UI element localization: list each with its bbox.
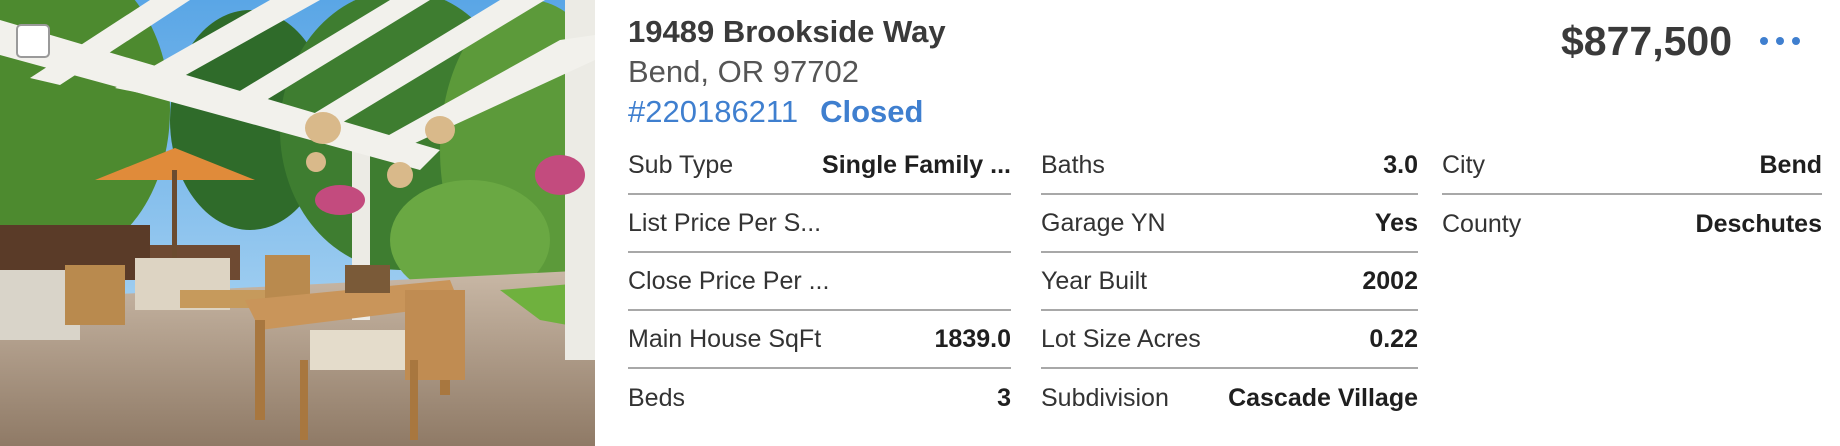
detail-row: Beds 3	[628, 369, 1011, 427]
status-badge: Closed	[820, 94, 924, 129]
detail-row: County Deschutes	[1442, 195, 1822, 253]
detail-row: Main House SqFt 1839.0	[628, 311, 1011, 369]
listing-card[interactable]: 19489 Brookside Way Bend, OR 97702 #2201…	[0, 0, 1840, 446]
details-column-1: Sub Type Single Family ... List Price Pe…	[628, 137, 1011, 427]
patio-photo-icon	[0, 0, 595, 446]
detail-value: Deschutes	[1695, 209, 1822, 238]
detail-row: Close Price Per ...	[628, 253, 1011, 311]
listing-city-state: Bend, OR 97702	[628, 54, 859, 89]
detail-label: Sub Type	[628, 150, 734, 179]
select-checkbox[interactable]	[16, 24, 50, 58]
detail-label: Beds	[628, 383, 685, 412]
detail-value: Cascade Village	[1228, 383, 1418, 412]
detail-row: Year Built 2002	[1041, 253, 1418, 311]
detail-value: Yes	[1374, 208, 1418, 237]
more-options-icon[interactable]	[1760, 24, 1800, 58]
mls-number-link[interactable]: #220186211	[628, 94, 798, 129]
listing-price: $877,500	[1560, 18, 1732, 64]
detail-row: Garage YN Yes	[1041, 195, 1418, 253]
detail-row: Subdivision Cascade Village	[1041, 369, 1418, 427]
detail-value: Single Family ...	[822, 150, 1011, 179]
detail-row: City Bend	[1442, 137, 1822, 195]
detail-label: Garage YN	[1041, 208, 1166, 237]
detail-row: List Price Per S...	[628, 195, 1011, 253]
detail-row: Sub Type Single Family ...	[628, 137, 1011, 195]
listing-info: 19489 Brookside Way Bend, OR 97702 #2201…	[595, 0, 1840, 446]
detail-row: Baths 3.0	[1041, 137, 1418, 195]
detail-label: Close Price Per ...	[628, 266, 830, 295]
detail-value: 0.22	[1369, 324, 1418, 353]
detail-value: 3	[997, 383, 1011, 412]
details-column-3: City Bend County Deschutes	[1442, 137, 1822, 253]
listing-photo[interactable]	[0, 0, 595, 446]
listing-address[interactable]: 19489 Brookside Way	[628, 14, 946, 50]
detail-value: Bend	[1759, 150, 1823, 179]
detail-value: 1839.0	[934, 324, 1011, 353]
detail-label: Year Built	[1041, 266, 1148, 295]
detail-value: 3.0	[1383, 150, 1418, 179]
listing-id-line: #220186211 Closed	[628, 94, 923, 130]
details-column-2: Baths 3.0 Garage YN Yes Year Built 2002 …	[1041, 137, 1418, 427]
detail-value: 2002	[1362, 266, 1418, 295]
detail-label: Lot Size Acres	[1041, 324, 1201, 353]
detail-label: City	[1442, 150, 1486, 179]
detail-label: Baths	[1041, 150, 1105, 179]
detail-label: County	[1442, 209, 1522, 238]
detail-label: List Price Per S...	[628, 208, 822, 237]
detail-label: Subdivision	[1041, 383, 1169, 412]
detail-label: Main House SqFt	[628, 324, 822, 353]
detail-row: Lot Size Acres 0.22	[1041, 311, 1418, 369]
